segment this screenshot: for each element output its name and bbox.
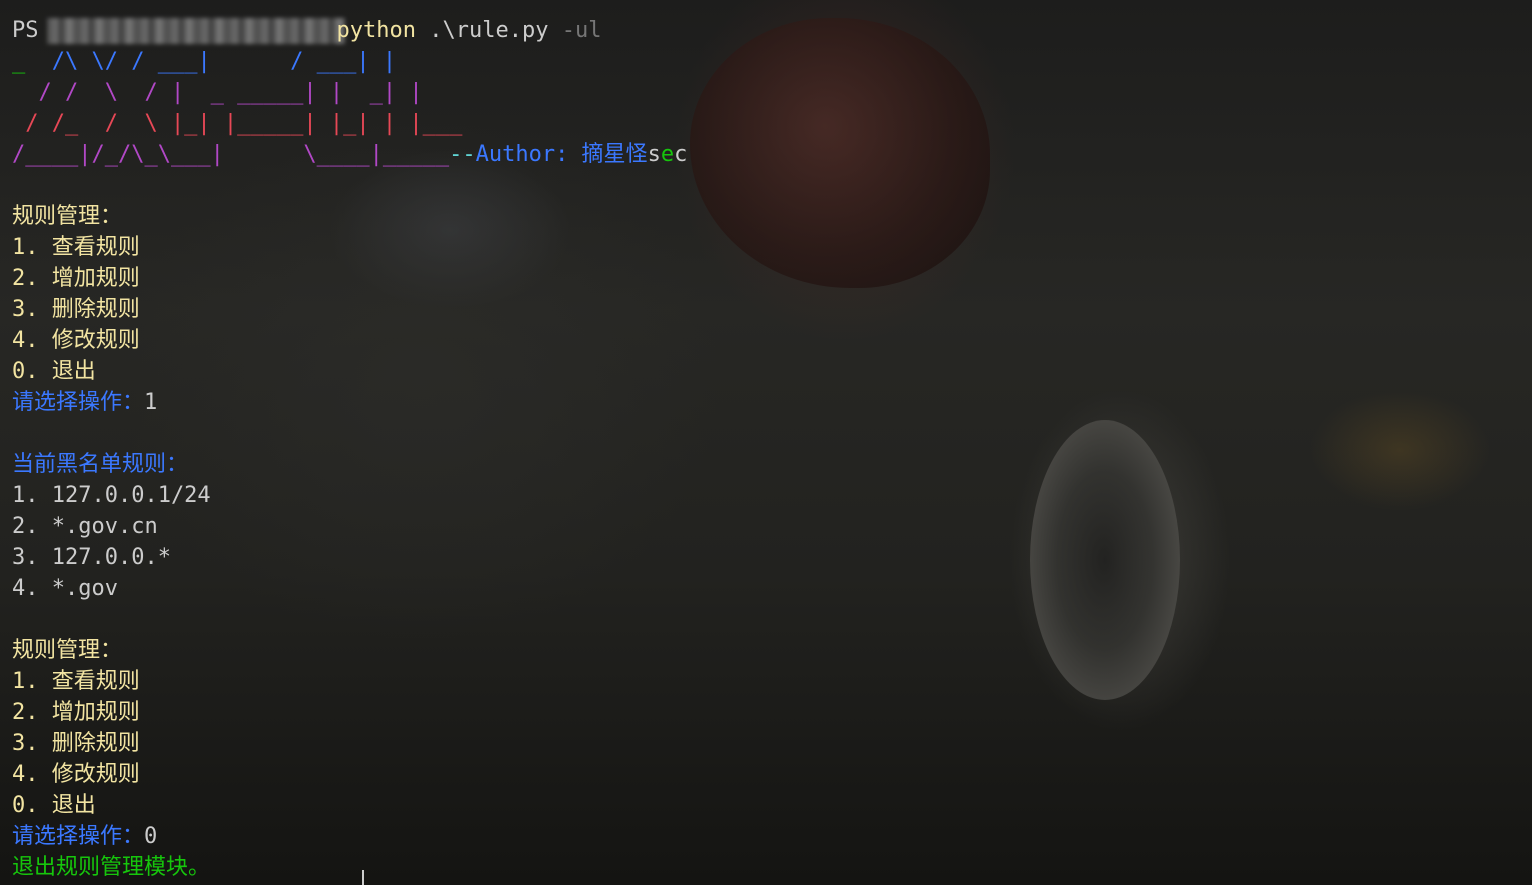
menu1-prompt-value: 1 bbox=[144, 390, 158, 415]
banner-line-3: / /_ / \ |_| |_____| |_| | |___ bbox=[12, 108, 1532, 139]
banner-seg: / /_ / \ |_| |_____| |_| | |___ bbox=[12, 111, 463, 136]
banner-line-2: / / \ / | _ _____| | _| | bbox=[12, 77, 1532, 108]
menu1-item: 3. 删除规则 bbox=[12, 297, 140, 322]
menu2-item: 4. 修改规则 bbox=[12, 762, 140, 787]
exit-message: 退出规则管理模块。 bbox=[12, 855, 211, 880]
banner-line-4: /____|/_/\_\___| \____|_____--Author: 摘星… bbox=[12, 139, 1532, 170]
banner-seg: _ bbox=[12, 49, 52, 74]
banner-line-1: _ /\ \/ / ___| / ___| | bbox=[12, 46, 1532, 77]
menu2-item: 2. 增加规则 bbox=[12, 700, 140, 725]
menu1-item: 0. 退出 bbox=[12, 359, 96, 384]
rule-item: 4. *.gov bbox=[12, 576, 118, 601]
banner-seg: /____|/_/\_\___| \____|_____ bbox=[12, 142, 450, 167]
menu1-item: 2. 增加规则 bbox=[12, 266, 140, 291]
menu2-item: 1. 查看规则 bbox=[12, 669, 140, 694]
text-cursor bbox=[362, 870, 364, 885]
menu1-prompt-label: 请选择操作： bbox=[12, 390, 145, 415]
redacted-cwd bbox=[39, 19, 337, 43]
command-line: PS python .\rule.py -ul bbox=[12, 15, 1532, 46]
menu2-prompt: 请选择操作：0 bbox=[12, 821, 1532, 852]
command-flag: -ul bbox=[561, 18, 602, 43]
menu1-item: 4. 修改规则 bbox=[12, 328, 140, 353]
menu2-title: 规则管理： bbox=[12, 638, 123, 663]
menu2-item: 0. 退出 bbox=[12, 793, 96, 818]
menu2-prompt-label: 请选择操作： bbox=[12, 824, 145, 849]
rule-item: 3. 127.0.0.* bbox=[12, 545, 171, 570]
author-s: s bbox=[647, 142, 661, 167]
rules-title: 当前黑名单规则： bbox=[12, 452, 189, 477]
author-e: e bbox=[660, 142, 675, 167]
banner-seg: / ___| | bbox=[210, 49, 397, 74]
menu1-item: 1. 查看规则 bbox=[12, 235, 140, 260]
author-c: c bbox=[674, 142, 688, 167]
menu1-prompt: 请选择操作：1 bbox=[12, 387, 1532, 418]
author-label: Author: 摘星怪 bbox=[475, 142, 648, 167]
rule-item: 1. 127.0.0.1/24 bbox=[12, 483, 211, 508]
menu1-title: 规则管理： bbox=[12, 204, 123, 229]
terminal-output[interactable]: PS python .\rule.py -ul _ /\ \/ / ___| / … bbox=[0, 0, 1532, 885]
ps-prompt: PS bbox=[12, 18, 39, 43]
banner-seg: / / \ / | _ _____| | _| | bbox=[12, 80, 423, 105]
menu2-prompt-value: 0 bbox=[144, 824, 158, 849]
menu2-item: 3. 删除规则 bbox=[12, 731, 140, 756]
author-prefix: -- bbox=[449, 142, 476, 167]
rule-item: 2. *.gov.cn bbox=[12, 514, 158, 539]
command-name: python bbox=[336, 18, 416, 43]
command-args: .\rule.py bbox=[429, 18, 549, 43]
banner-seg: /\ \/ / ___| bbox=[51, 49, 211, 74]
